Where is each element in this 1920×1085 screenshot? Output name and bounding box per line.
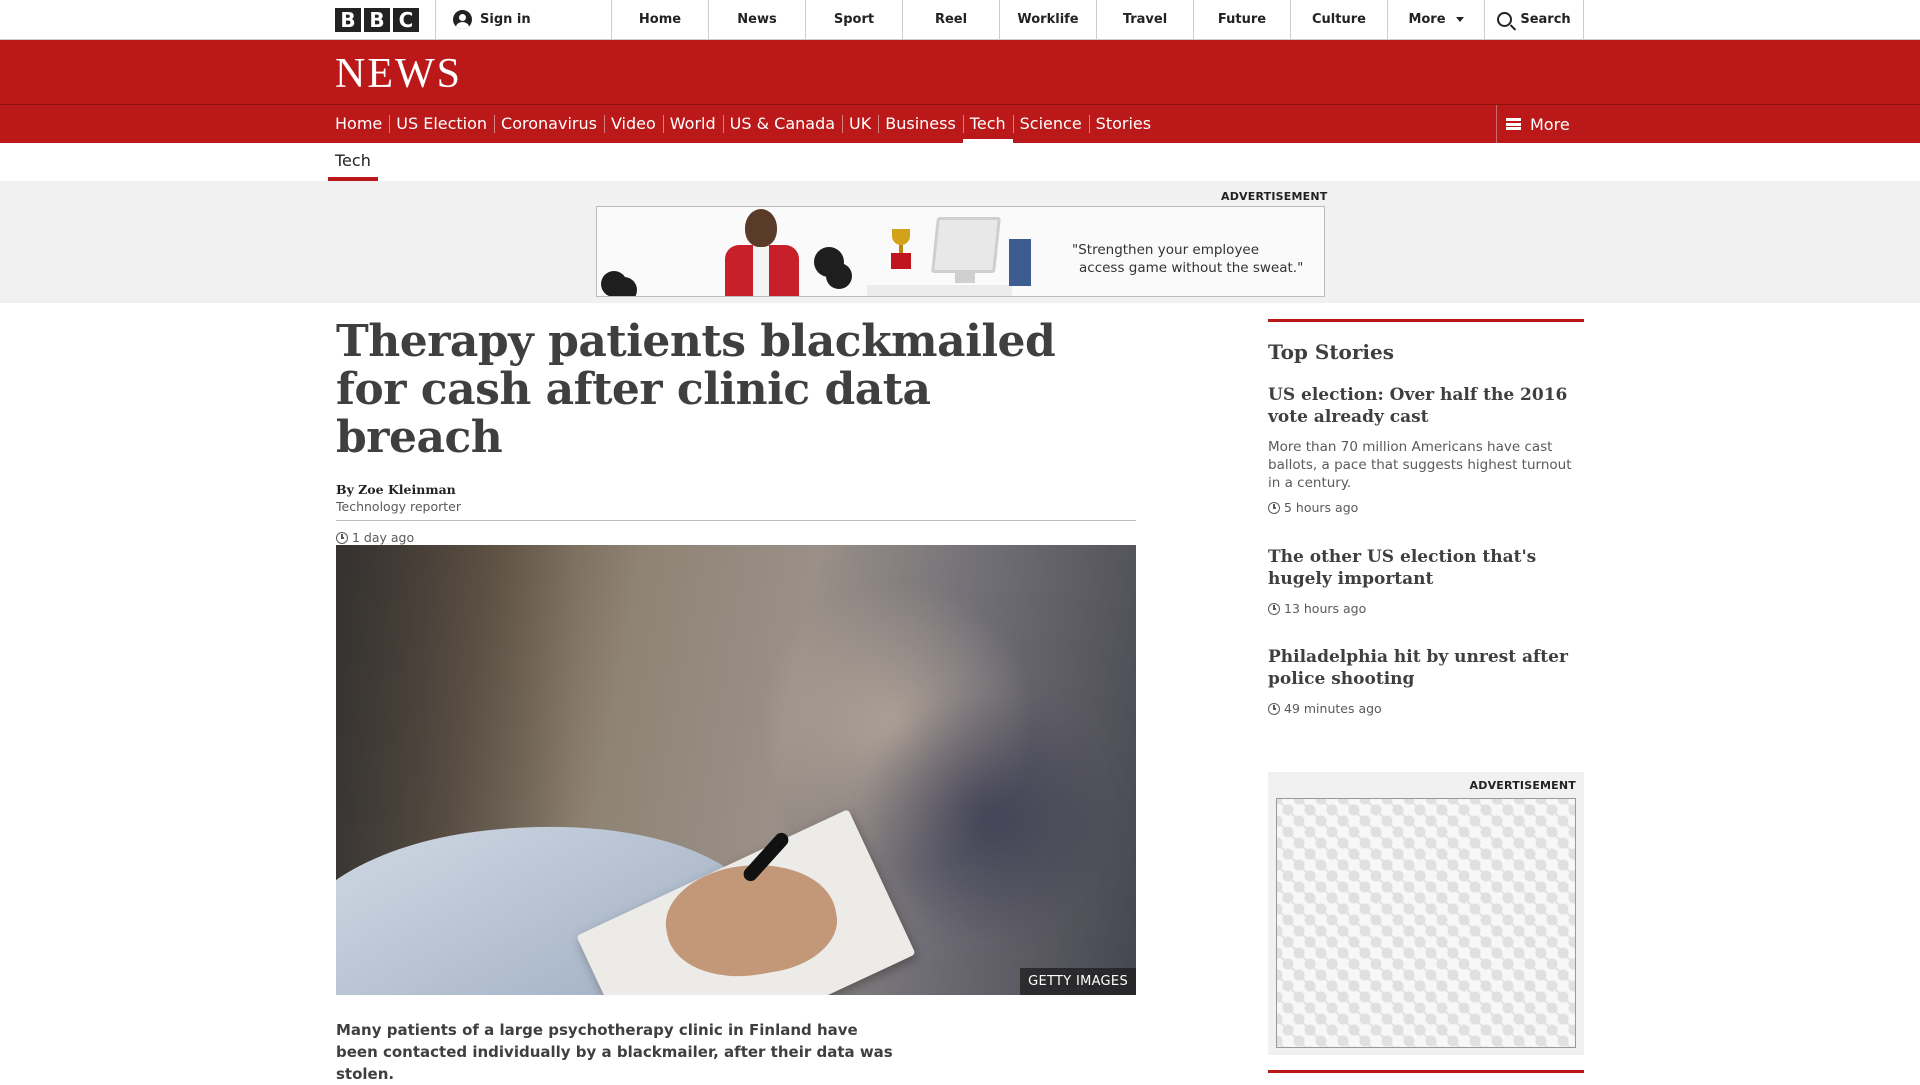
clock-icon: [1268, 702, 1280, 715]
news-section-nav: Home US Election Coronavirus Video World…: [0, 105, 1920, 143]
bbc-logo-letter-b2: B: [364, 7, 390, 32]
leaderboard-ad-band: ADVERTISEMENT "Strengthen your employee …: [0, 181, 1920, 303]
sidebar-ad-placeholder[interactable]: [1276, 798, 1576, 1048]
top-stories-rule: [1268, 319, 1584, 322]
top-stories-heading: Top Stories: [1268, 340, 1395, 364]
dumbbell-image: [812, 243, 856, 289]
global-nav-home[interactable]: Home: [612, 0, 709, 39]
section-nav-uk[interactable]: UK: [842, 105, 878, 143]
article-timestamp: 1 day ago: [336, 530, 1136, 545]
section-nav-tech[interactable]: Tech: [962, 105, 1013, 143]
global-nav-reel[interactable]: Reel: [903, 0, 1000, 39]
global-nav-worklife[interactable]: Worklife: [1000, 0, 1097, 39]
top-stories: Top Stories US election: Over half the 2…: [1268, 319, 1584, 716]
top-story-item: US election: Over half the 2016 vote alr…: [1268, 384, 1584, 515]
clock-icon: [1268, 501, 1280, 514]
top-story-timestamp-text: 49 minutes ago: [1284, 701, 1382, 716]
sign-in-link[interactable]: Sign in: [435, 0, 611, 39]
ad-quote: "Strengthen your employee access game wi…: [1072, 241, 1303, 277]
section-nav-video[interactable]: Video: [603, 105, 663, 143]
bbc-global-header: B B C Sign in Home News Sport Reel Workl…: [0, 0, 1920, 40]
top-story-item: The other US election that's hugely impo…: [1268, 546, 1584, 616]
global-nav: Home News Sport Reel Worklife Travel Fut…: [611, 0, 1584, 39]
top-story-timestamp: 5 hours ago: [1268, 500, 1584, 515]
news-masthead: NEWS: [0, 40, 1920, 105]
secondary-nav: Tech: [0, 143, 1920, 181]
top-story-item: Philadelphia hit by unrest after police …: [1268, 646, 1584, 716]
section-nav-more-label: More: [1530, 114, 1570, 134]
menu-icon: [1506, 118, 1521, 130]
top-story-timestamp-text: 5 hours ago: [1284, 500, 1359, 515]
global-nav-sport[interactable]: Sport: [806, 0, 903, 39]
secondary-nav-tech[interactable]: Tech: [328, 143, 378, 181]
clock-icon: [1268, 602, 1280, 615]
section-nav-world[interactable]: World: [662, 105, 723, 143]
monitor-stand-image: [955, 271, 975, 283]
search-button[interactable]: Search: [1485, 0, 1584, 39]
search-icon: [1497, 12, 1513, 27]
monitor-image: [931, 217, 1001, 273]
computer-tower-image: [1009, 239, 1031, 286]
bbc-logo[interactable]: B B C: [335, 0, 435, 39]
sign-in-label: Sign in: [480, 12, 531, 27]
global-nav-culture[interactable]: Culture: [1291, 0, 1388, 39]
section-nav-science[interactable]: Science: [1012, 105, 1089, 143]
top-story-summary: More than 70 million Americans have cast…: [1268, 439, 1572, 491]
section-nav-home[interactable]: Home: [335, 105, 389, 143]
article-hero-image: GETTY IMAGES: [336, 545, 1136, 995]
global-nav-travel[interactable]: Travel: [1097, 0, 1194, 39]
divider: [336, 520, 1136, 521]
section-nav-us-election[interactable]: US Election: [389, 105, 494, 143]
clock-icon: [336, 531, 348, 544]
top-story-timestamp: 49 minutes ago: [1268, 701, 1584, 716]
ad-quote-line-1: "Strengthen your employee: [1072, 242, 1260, 258]
ad-model-image: [721, 207, 801, 296]
dumbbell-image: [597, 267, 641, 296]
leaderboard-ad[interactable]: "Strengthen your employee access game wi…: [596, 206, 1325, 297]
desk-image: [867, 285, 1012, 296]
bbc-logo-letter-c: C: [393, 7, 419, 32]
byline: By Zoe Kleinman Technology reporter: [336, 482, 1136, 514]
section-nav-more-button[interactable]: More: [1496, 105, 1584, 143]
top-story-link[interactable]: US election: Over half the 2016 vote alr…: [1268, 384, 1584, 428]
caret-down-icon: [1455, 17, 1464, 22]
search-label: Search: [1520, 12, 1571, 27]
global-nav-more-button[interactable]: More: [1388, 0, 1485, 39]
news-logo[interactable]: NEWS: [335, 53, 462, 95]
advertisement-label: ADVERTISEMENT: [1221, 190, 1328, 203]
top-story-link[interactable]: Philadelphia hit by unrest after police …: [1268, 646, 1584, 690]
section-nav-stories[interactable]: Stories: [1088, 105, 1158, 143]
article: Therapy patients blackmailed for cash af…: [336, 316, 1136, 1083]
article-lede: Many patients of a large psychotherapy c…: [336, 1021, 893, 1083]
global-nav-future[interactable]: Future: [1194, 0, 1291, 39]
trophy-image: [890, 229, 912, 269]
sidebar-ad: ADVERTISEMENT: [1268, 772, 1584, 1055]
global-nav-more-label: More: [1408, 12, 1446, 27]
section-nav-business[interactable]: Business: [878, 105, 963, 143]
byline-author: By Zoe Kleinman: [336, 482, 456, 497]
top-story-timestamp-text: 13 hours ago: [1284, 601, 1367, 616]
ad-quote-line-2: access game without the sweat.": [1079, 260, 1304, 276]
byline-role: Technology reporter: [336, 499, 461, 514]
sidebar-bottom-rule: [1268, 1070, 1584, 1073]
advertisement-label: ADVERTISEMENT: [1469, 779, 1576, 792]
article-headline: Therapy patients blackmailed for cash af…: [336, 316, 1056, 463]
article-timestamp-text: 1 day ago: [352, 530, 415, 545]
section-nav-coronavirus[interactable]: Coronavirus: [494, 105, 604, 143]
top-story-link[interactable]: The other US election that's hugely impo…: [1268, 546, 1584, 590]
user-icon: [453, 10, 472, 29]
global-nav-news[interactable]: News: [709, 0, 806, 39]
image-credit: GETTY IMAGES: [1020, 968, 1136, 995]
bbc-logo-letter-b1: B: [335, 7, 361, 32]
section-nav-us-canada[interactable]: US & Canada: [722, 105, 842, 143]
top-story-timestamp: 13 hours ago: [1268, 601, 1584, 616]
